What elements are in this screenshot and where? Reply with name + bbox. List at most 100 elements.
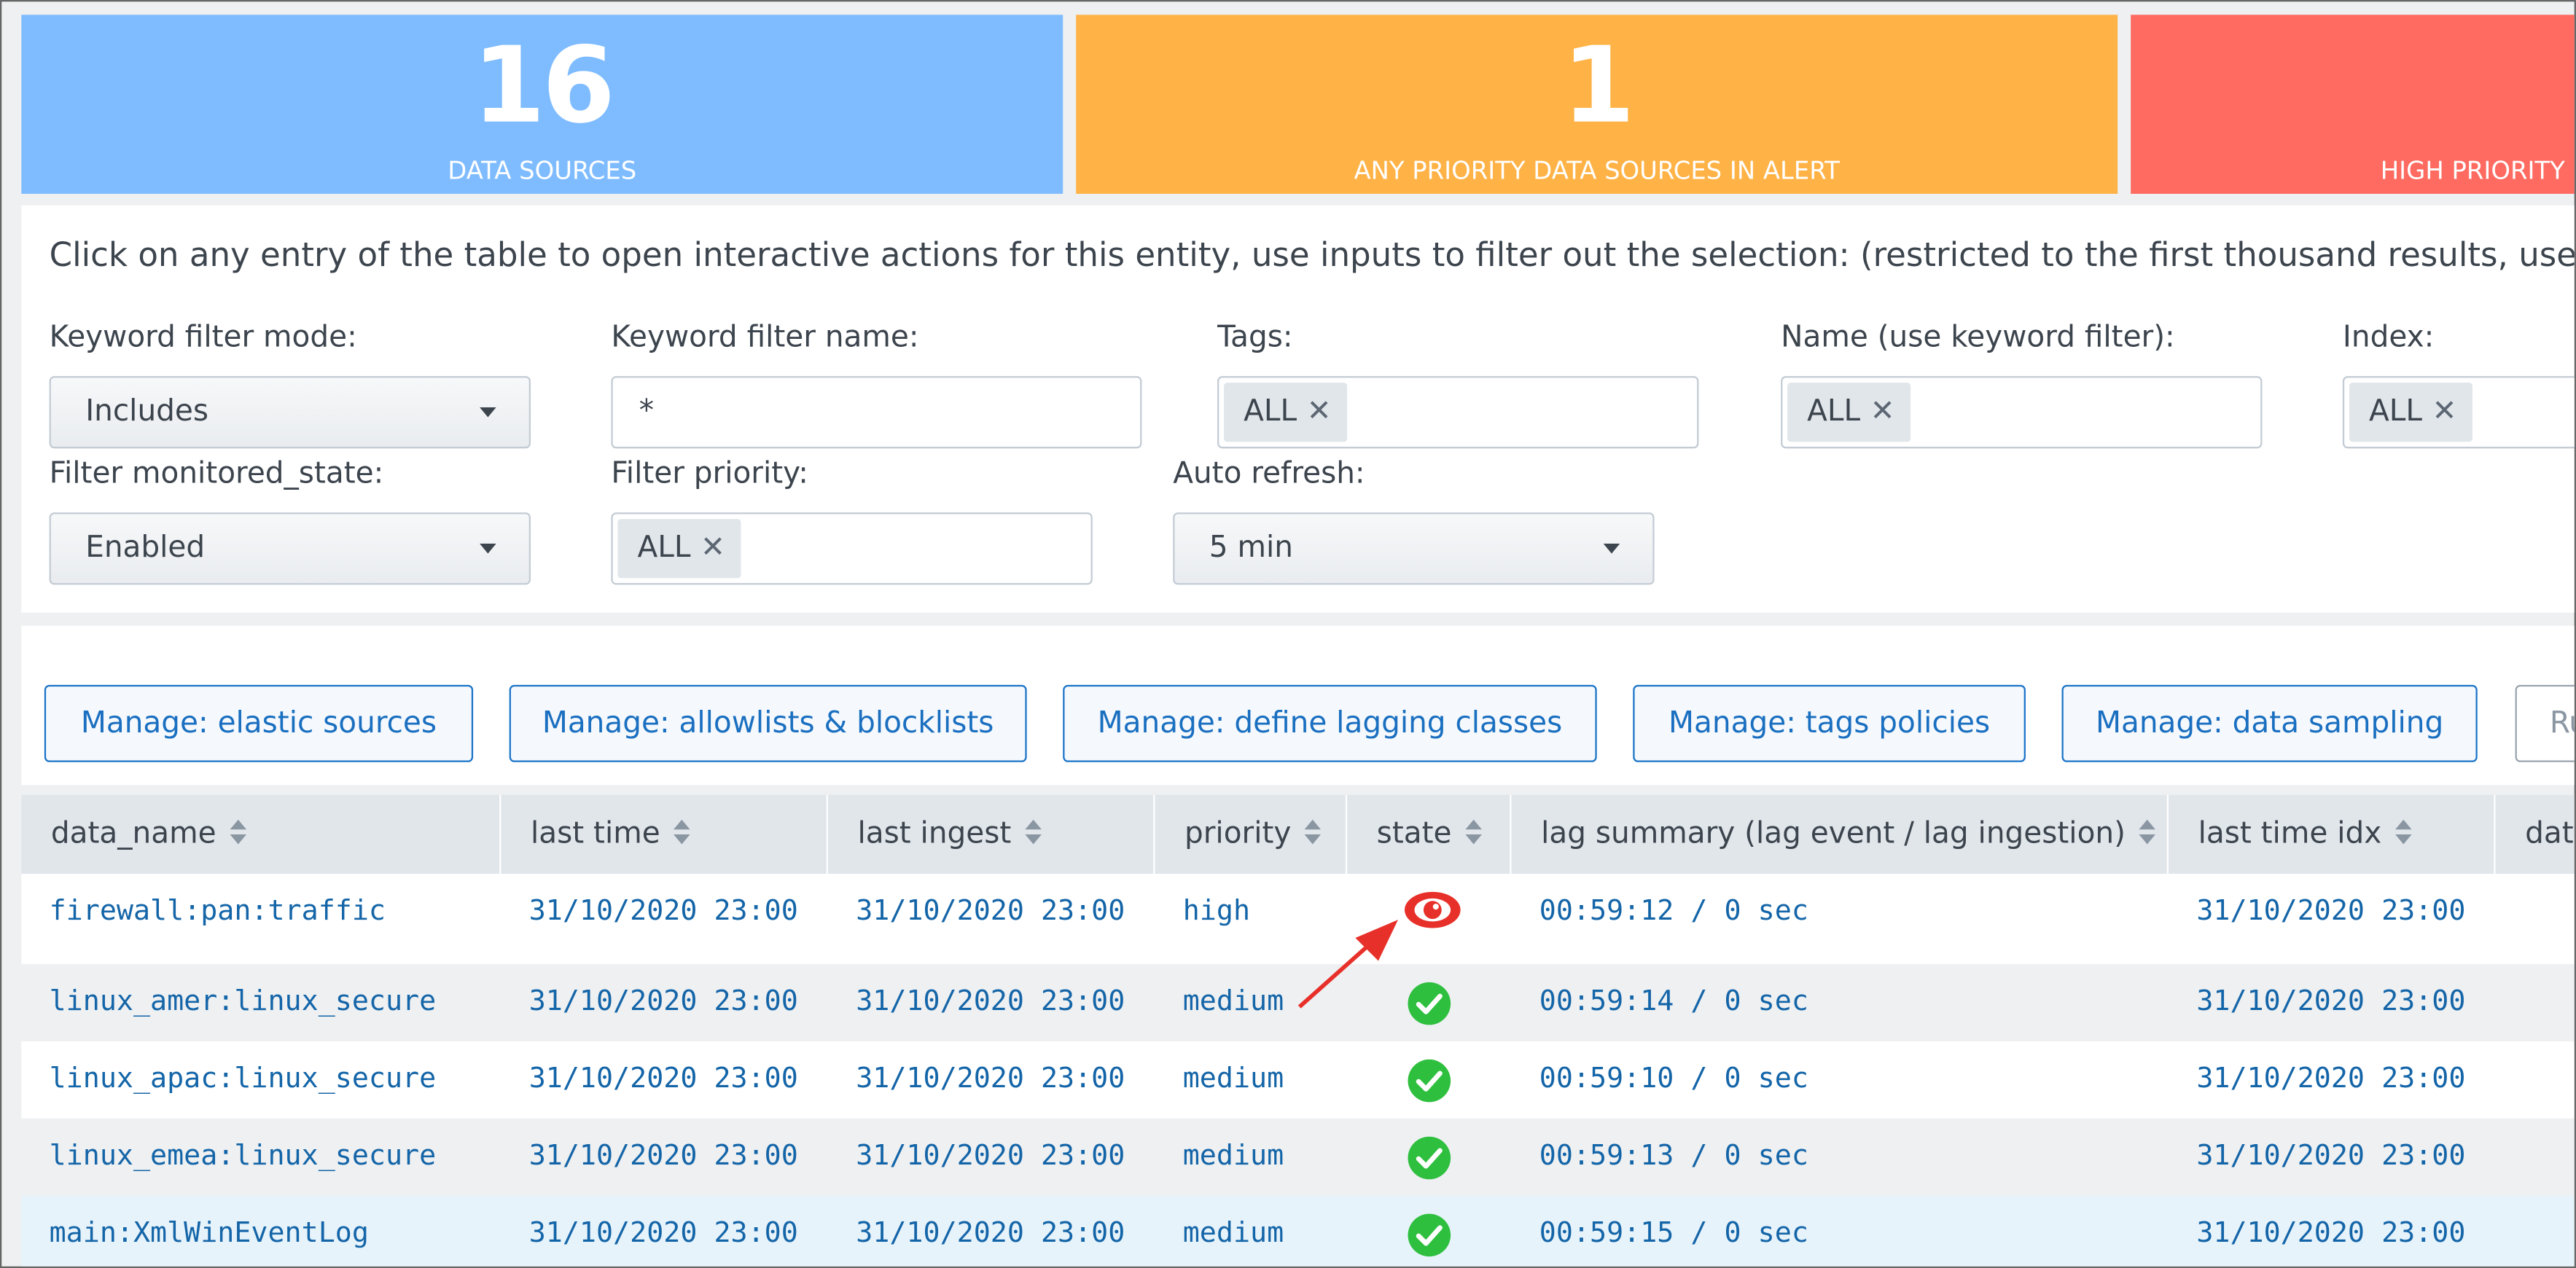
monitored-state-label: Filter monitored_state: [49,456,384,491]
kpi-high-priority[interactable]: HIGH PRIORITY [2131,15,2575,194]
index-multiselect[interactable]: ALL ✕ [2342,376,2575,449]
kpi-high-priority-label: HIGH PRIORITY [2380,156,2565,186]
remove-icon[interactable]: ✕ [2432,383,2456,442]
cell-priority: high [1182,895,1251,928]
chevron-down-icon [1603,544,1620,554]
kpi-sources-in-alert-value: 1 [1561,26,1635,148]
chevron-down-icon [480,407,496,418]
remove-icon[interactable]: ✕ [1870,383,1895,442]
auto-refresh-value: 5 min [1209,531,1294,565]
priority-chip: ALL ✕ [617,519,742,579]
cell-lag: 00:59:13 / 0 sec [1539,1140,1808,1173]
name-chip: ALL ✕ [1787,383,1912,442]
remove-icon[interactable]: ✕ [700,519,725,578]
cell-data-name: linux_apac:linux_secure [49,1062,437,1096]
cell-last-time: 31/10/2020 23:00 [528,1140,798,1173]
cell-data-name: firewall:pan:traffic [49,895,386,928]
kpi-data-sources-value: 16 [472,26,615,148]
column-header-label: priority [1184,816,1292,851]
table-row[interactable]: linux_emea:linux_secure 31/10/2020 23:00 3… [21,1118,2575,1196]
remove-icon[interactable]: ✕ [1307,383,1332,442]
cell-last-ingest: 31/10/2020 23:00 [856,1140,1125,1173]
sort-icon [2394,819,2411,846]
column-header-lag-summary[interactable]: lag summary (lag event / lag ingestion) [1511,794,2169,874]
cell-last-idx: 31/10/2020 23:00 [2196,985,2466,1019]
ok-check-icon [1406,1135,1452,1187]
sort-icon [1464,819,1482,846]
keyword-name-input[interactable]: * [611,376,1142,449]
cell-last-ingest: 31/10/2020 23:00 [856,1217,1125,1251]
manage-tags-policies-button[interactable]: Manage: tags policies [1633,684,2026,762]
sort-icon [229,819,246,846]
column-header-last-time[interactable]: last time [501,794,828,874]
chevron-down-icon [480,544,496,554]
column-header-last-ingest[interactable]: last ingest [828,794,1155,874]
table-header: data_name last time last ingest priority… [21,794,2575,874]
manage-data-sampling-button[interactable]: Manage: data sampling [2061,684,2478,762]
ok-check-icon [1406,981,1452,1033]
column-header-priority[interactable]: priority [1155,794,1348,874]
column-header-data-name[interactable]: data_name [21,794,501,874]
priority-multiselect[interactable]: ALL ✕ [611,512,1093,585]
column-header-label: lag summary (lag event / lag ingestion) [1541,816,2126,851]
cell-last-time: 31/10/2020 23:00 [528,1217,798,1251]
table-row[interactable]: linux_amer:linux_secure 31/10/2020 23:00 3… [21,964,2575,1041]
cell-lag: 00:59:12 / 0 sec [1539,895,1808,928]
instructions-text: Click on any entry of the table to open … [49,235,2576,275]
cell-lag: 00:59:15 / 0 sec [1539,1217,1808,1251]
name-multiselect[interactable]: ALL ✕ [1781,376,2263,449]
keyword-mode-dropdown[interactable]: Includes [49,376,531,449]
column-header-state[interactable]: state [1347,794,1512,874]
name-label: Name (use keyword filter): [1781,320,2175,355]
management-toolbar: Manage: elastic sources Manage: allowlis… [21,625,2575,786]
cell-last-idx: 31/10/2020 23:00 [2196,1062,2466,1096]
dashboard: 16 DATA SOURCES 1 ANY PRIORITY DATA SOUR… [0,0,2576,1268]
ok-check-icon [1406,1058,1452,1111]
tags-chip-label: ALL [1244,394,1297,429]
table-row[interactable]: main:XmlWinEventLog 31/10/2020 23:00 31/10… [21,1195,2575,1267]
table-row[interactable]: firewall:pan:traffic 31/10/2020 23:00 31/1… [21,874,2575,965]
tags-multiselect[interactable]: ALL ✕ [1217,376,1699,449]
kpi-data-sources-label: DATA SOURCES [448,156,637,186]
cell-priority: medium [1182,1140,1284,1173]
column-header-data[interactable]: data [2496,795,2575,874]
auto-refresh-dropdown[interactable]: 5 min [1173,512,1655,585]
kpi-sources-in-alert-label: ANY PRIORITY DATA SOURCES IN ALERT [1354,156,1840,186]
column-header-label: data [2525,816,2575,851]
cell-last-ingest: 31/10/2020 23:00 [856,1062,1125,1096]
auto-refresh-label: Auto refresh: [1173,456,1365,491]
manage-elastic-sources-button[interactable]: Manage: elastic sources [44,684,474,762]
run-button[interactable]: Ru [2515,684,2575,762]
index-chip: ALL ✕ [2349,383,2474,442]
cell-last-time: 31/10/2020 23:00 [528,1062,798,1096]
monitored-state-value: Enabled [85,531,206,565]
cell-data-name: linux_amer:linux_secure [49,985,437,1019]
cell-last-time: 31/10/2020 23:00 [528,985,798,1019]
cell-last-idx: 31/10/2020 23:00 [2196,1140,2466,1173]
manage-allowlists-button[interactable]: Manage: allowlists & blocklists [509,684,1027,762]
monitored-state-dropdown[interactable]: Enabled [49,512,531,585]
filter-panel: Click on any entry of the table to open … [21,205,2576,613]
manage-lagging-classes-button[interactable]: Manage: define lagging classes [1063,684,1597,762]
kpi-sources-in-alert[interactable]: 1 ANY PRIORITY DATA SOURCES IN ALERT [1076,15,2118,194]
index-label: Index: [2342,320,2435,355]
name-chip-label: ALL [1807,394,1861,429]
table-row[interactable]: linux_apac:linux_secure 31/10/2020 23:00 3… [21,1041,2575,1119]
cell-priority: medium [1182,985,1284,1019]
column-header-label: last time idx [2198,816,2382,851]
column-header-last-time-idx[interactable]: last time idx [2169,794,2496,874]
ok-check-icon [1406,1212,1452,1264]
priority-chip-label: ALL [637,531,691,565]
cell-priority: medium [1182,1217,1284,1251]
column-header-label: last time [530,816,660,851]
column-header-label: last ingest [857,816,1012,851]
sort-icon [1024,819,1041,846]
kpi-data-sources[interactable]: 16 DATA SOURCES [21,15,1063,194]
sort-icon [1304,819,1321,846]
cell-lag: 00:59:14 / 0 sec [1539,985,1808,1019]
tags-label: Tags: [1217,320,1293,355]
column-header-label: state [1376,816,1452,851]
cell-last-ingest: 31/10/2020 23:00 [856,985,1125,1019]
sort-icon [673,819,690,846]
cell-last-time: 31/10/2020 23:00 [528,895,798,928]
